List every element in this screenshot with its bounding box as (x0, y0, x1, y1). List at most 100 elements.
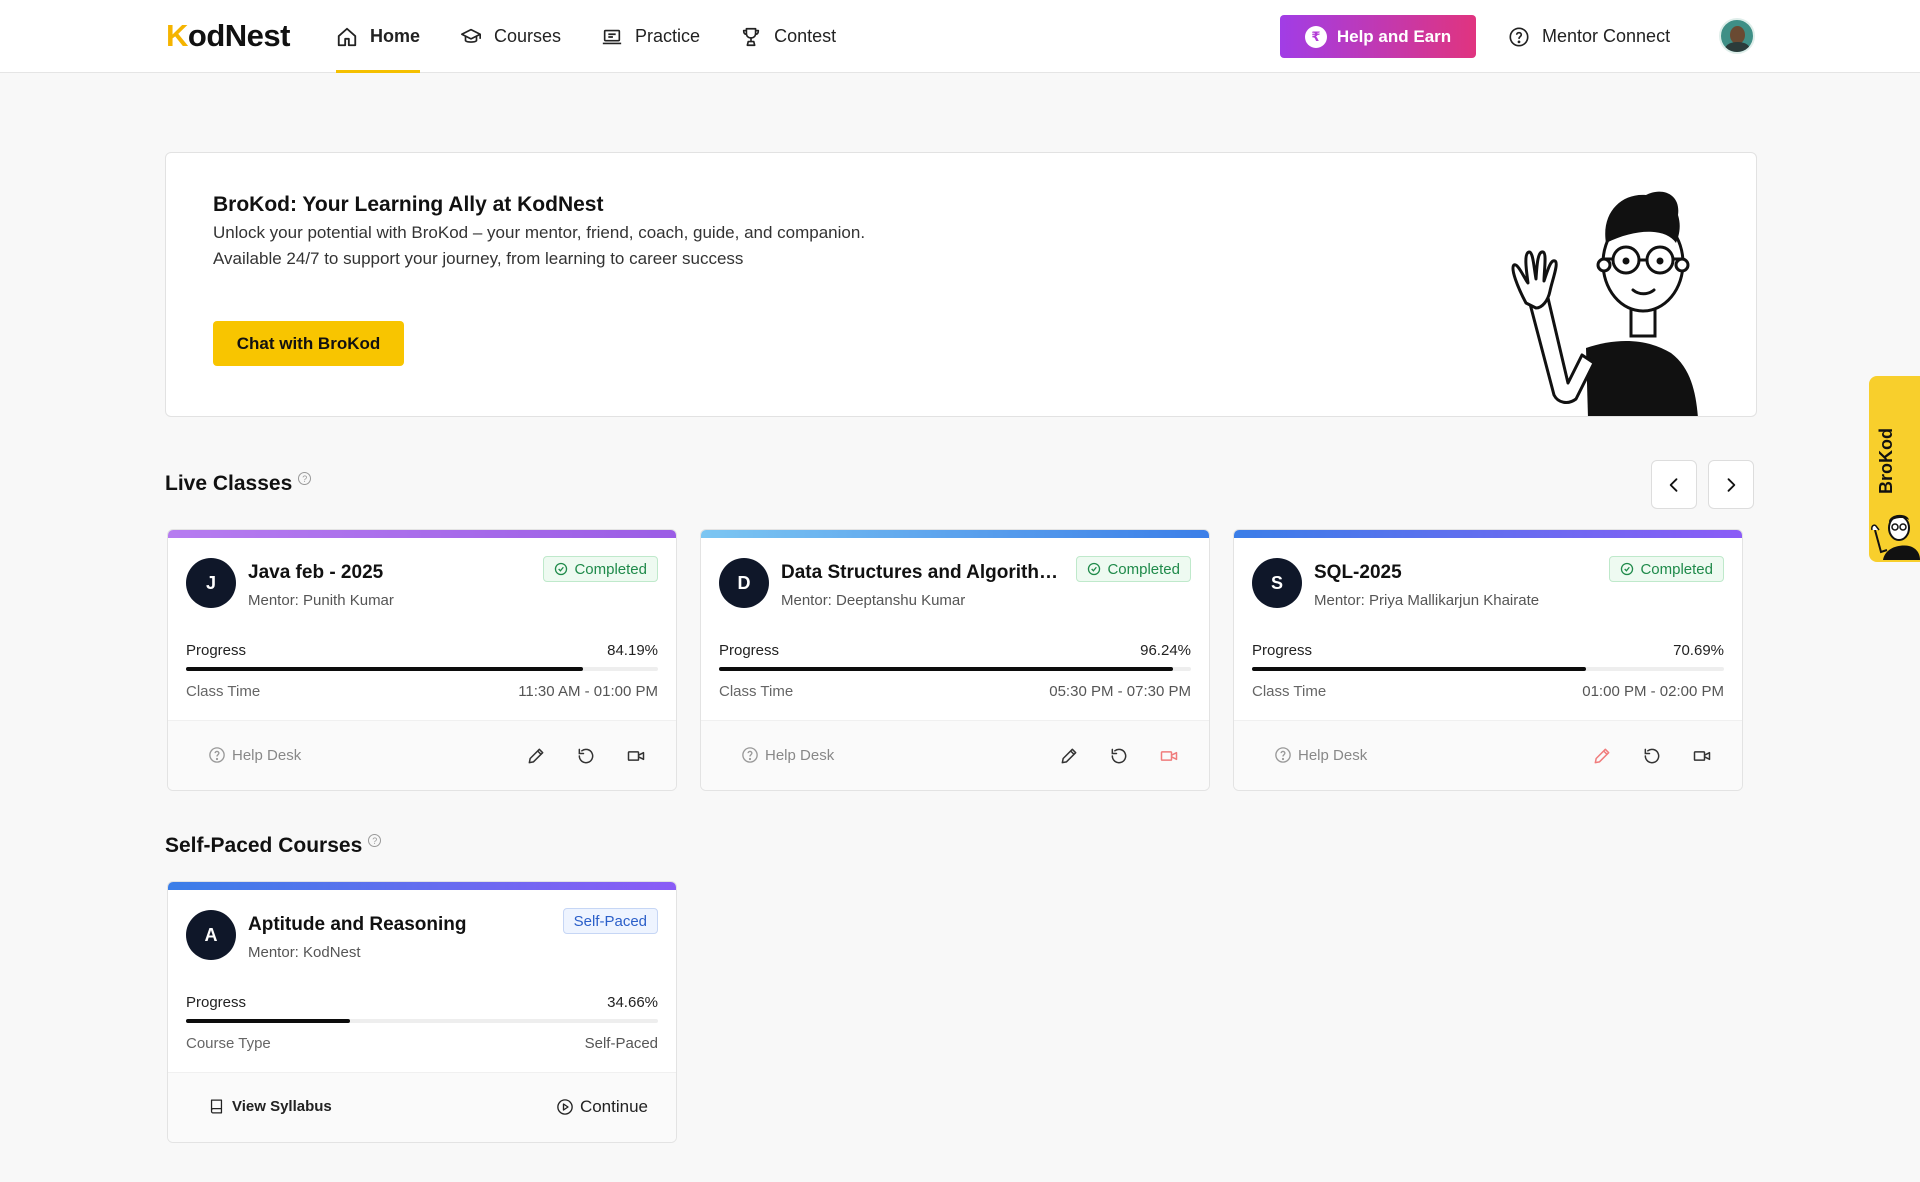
help-and-earn-button[interactable]: ₹ Help and Earn (1280, 15, 1476, 58)
info-icon[interactable]: ? (298, 472, 312, 485)
video-camera-icon[interactable] (1692, 746, 1712, 766)
class-time-label: Class Time (719, 683, 794, 700)
book-icon (210, 1099, 223, 1114)
banner-text-2: Available 24/7 to support your journey, … (213, 249, 744, 268)
progress-bar (186, 1019, 658, 1023)
brokod-mascot-illustration (1511, 191, 1698, 416)
user-avatar[interactable] (1719, 18, 1755, 54)
status-badge: Self-Paced (562, 908, 658, 934)
live-class-card[interactable]: J Java feb - 2025 Mentor: Punith Kumar C… (167, 529, 677, 791)
kodnest-logo[interactable]: KodNest (166, 18, 290, 54)
question-circle-icon (1509, 26, 1529, 47)
progress-bar (1252, 667, 1724, 671)
progress-label: Progress (186, 994, 247, 1011)
self-paced-heading: Self-Paced Courses? (165, 834, 382, 858)
info-icon[interactable]: ? (368, 834, 382, 847)
course-title: Java feb - 2025 (248, 562, 384, 583)
video-camera-icon[interactable] (1159, 746, 1179, 766)
progress-fill (1252, 667, 1586, 671)
progress-value: 34.66% (607, 994, 658, 1011)
card-accent-bar (701, 530, 1209, 538)
check-circle-icon (555, 562, 568, 576)
graduation-cap-icon (461, 28, 482, 43)
video-camera-icon[interactable] (626, 746, 646, 766)
card-footer: View Syllabus Continue (168, 1072, 676, 1142)
banner-text-1: Unlock your potential with BroKod – your… (213, 223, 866, 242)
course-title: Data Structures and Algorithms (781, 562, 1061, 583)
continue-button[interactable]: Continue (556, 1097, 648, 1117)
refresh-icon[interactable] (1109, 746, 1129, 766)
card-footer: Help Desk (1234, 720, 1742, 790)
edit-pencil-icon[interactable] (1059, 746, 1079, 766)
progress-fill (186, 1019, 350, 1023)
course-mentor: Mentor: Punith Kumar (248, 592, 394, 609)
status-badge: Completed (543, 556, 658, 582)
card-footer: Help Desk (168, 720, 676, 790)
course-mentor: Mentor: Priya Mallikarjun Khairate (1314, 592, 1540, 609)
carousel-next-button[interactable] (1708, 460, 1754, 509)
progress-label: Progress (719, 642, 780, 659)
card-accent-bar (168, 882, 676, 890)
nav-practice[interactable]: Practice (601, 0, 700, 73)
banner-title: BroKod: Your Learning Ally at KodNest (213, 193, 604, 216)
brokod-banner: BroKod: Your Learning Ally at KodNest Un… (165, 152, 1757, 417)
view-syllabus-link[interactable]: View Syllabus (208, 1098, 332, 1115)
refresh-icon[interactable] (1642, 746, 1662, 766)
rupee-coin-icon: ₹ (1304, 25, 1327, 48)
course-mentor: Mentor: KodNest (248, 944, 361, 961)
chat-with-brokod-button[interactable]: Chat with BroKod (213, 321, 404, 366)
live-class-card[interactable]: D Data Structures and Algorithms Mentor:… (700, 529, 1210, 791)
course-type-value: Self-Paced (584, 1035, 658, 1052)
carousel-prev-button[interactable] (1651, 460, 1697, 509)
refresh-icon[interactable] (576, 746, 596, 766)
mentor-connect-link[interactable]: Mentor Connect (1508, 0, 1670, 73)
question-circle-icon (742, 747, 758, 763)
edit-pencil-icon[interactable] (1592, 746, 1612, 766)
help-desk-link[interactable]: Help Desk (208, 746, 301, 764)
check-circle-icon (1088, 562, 1101, 576)
card-accent-bar (1234, 530, 1742, 538)
question-circle-icon (209, 747, 225, 763)
card-accent-bar (168, 530, 676, 538)
nav-home[interactable]: Home (336, 0, 421, 73)
help-desk-link[interactable]: Help Desk (741, 746, 834, 764)
trophy-icon (742, 27, 760, 46)
progress-bar (719, 667, 1191, 671)
course-initial-avatar: J (186, 558, 236, 608)
help-desk-link[interactable]: Help Desk (1274, 746, 1367, 764)
class-time-value: 05:30 PM - 07:30 PM (1049, 683, 1191, 700)
top-navbar: KodNest Home Courses Practice Contest ₹ … (0, 0, 1920, 73)
course-title: Aptitude and Reasoning (248, 914, 467, 935)
check-circle-icon (1621, 562, 1634, 576)
nav-contest[interactable]: Contest (740, 0, 836, 73)
nav-courses[interactable]: Courses (460, 0, 561, 73)
laptop-icon (602, 29, 622, 44)
main-nav: Home Courses Practice Contest (336, 0, 876, 73)
chevron-left-icon (1669, 477, 1678, 492)
status-badge: Completed (1076, 556, 1191, 582)
question-circle-icon (1275, 747, 1291, 763)
class-time-value: 01:00 PM - 02:00 PM (1582, 683, 1724, 700)
live-classes-heading: Live Classes? (165, 472, 312, 496)
self-paced-card[interactable]: A Aptitude and Reasoning Mentor: KodNest… (167, 881, 677, 1143)
course-type-label: Course Type (186, 1035, 271, 1052)
class-time-value: 11:30 AM - 01:00 PM (518, 683, 658, 700)
card-footer: Help Desk (701, 720, 1209, 790)
progress-value: 70.69% (1673, 642, 1724, 659)
edit-pencil-icon[interactable] (526, 746, 546, 766)
play-circle-icon (557, 1099, 573, 1115)
home-icon (337, 27, 357, 46)
progress-fill (719, 667, 1174, 671)
course-initial-avatar: S (1252, 558, 1302, 608)
progress-label: Progress (186, 642, 247, 659)
course-initial-avatar: A (186, 910, 236, 960)
progress-bar (186, 667, 658, 671)
class-time-label: Class Time (1252, 683, 1327, 700)
progress-label: Progress (1252, 642, 1313, 659)
progress-fill (186, 667, 584, 671)
live-class-card[interactable]: S SQL-2025 Mentor: Priya Mallikarjun Kha… (1233, 529, 1743, 791)
status-badge: Completed (1609, 556, 1724, 582)
brokod-side-tab[interactable]: BroKod (1869, 376, 1920, 562)
chevron-right-icon (1727, 477, 1736, 492)
course-title: SQL-2025 (1314, 562, 1402, 583)
